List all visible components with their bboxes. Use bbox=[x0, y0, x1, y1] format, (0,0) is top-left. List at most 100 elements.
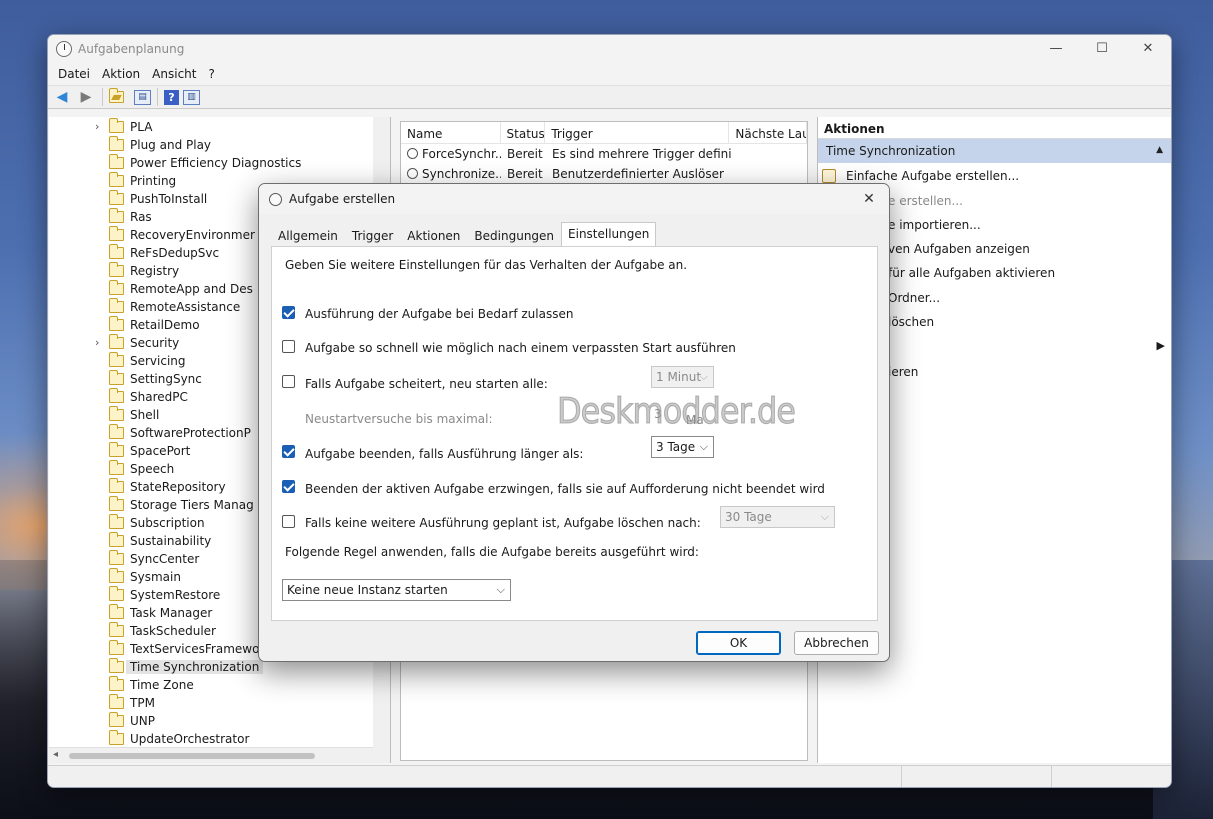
tree-item[interactable]: TaskScheduler bbox=[109, 622, 216, 640]
action-import-task[interactable]: e importieren... bbox=[888, 218, 981, 232]
tree-item[interactable]: UNP bbox=[109, 712, 155, 730]
stop-duration-select[interactable]: 3 Tage ⌵ bbox=[651, 436, 714, 458]
tree-item[interactable]: RemoteApp and Des bbox=[109, 280, 253, 298]
menu-datei[interactable]: Datei bbox=[52, 63, 96, 85]
show-actions-icon[interactable]: ▥ bbox=[183, 89, 200, 105]
tree-item[interactable]: › PLA bbox=[95, 118, 152, 136]
show-tree-icon[interactable]: ▤ bbox=[134, 89, 151, 105]
tree-item[interactable]: › Security bbox=[95, 334, 179, 352]
cancel-button[interactable]: Abbrechen bbox=[794, 631, 879, 655]
forward-arrow-icon[interactable]: ▶ bbox=[76, 88, 96, 106]
tab-allgemein[interactable]: Allgemein bbox=[271, 224, 345, 246]
restart-interval-select[interactable]: 1 Minut ⌵ bbox=[651, 366, 714, 388]
chevron-right-icon[interactable]: › bbox=[95, 336, 99, 349]
tree-item[interactable]: SystemRestore bbox=[109, 586, 220, 604]
submenu-arrow-icon[interactable]: ▶ bbox=[1157, 339, 1165, 352]
close-button[interactable]: ✕ bbox=[1125, 37, 1171, 61]
tree-item-label: RetailDemo bbox=[130, 318, 200, 332]
column-name[interactable]: Name bbox=[401, 122, 501, 143]
maximize-button[interactable]: ☐ bbox=[1079, 37, 1125, 61]
tab-einstellungen[interactable]: Einstellungen bbox=[561, 222, 657, 246]
tree-item[interactable]: RetailDemo bbox=[109, 316, 200, 334]
tree-item[interactable]: PushToInstall bbox=[109, 190, 207, 208]
table-row[interactable]: ForceSynchr... Bereit Es sind mehrere Tr… bbox=[401, 144, 807, 164]
tree-item[interactable]: Sysmain bbox=[109, 568, 181, 586]
tree-item[interactable]: RemoteAssistance bbox=[109, 298, 240, 316]
action-refresh[interactable]: ieren bbox=[888, 365, 918, 379]
menu-help[interactable]: ? bbox=[202, 63, 220, 85]
tree-item[interactable]: UpdateOrchestrator bbox=[109, 730, 249, 748]
table-row[interactable]: Synchronize... Bereit Benutzerdefinierte… bbox=[401, 164, 807, 184]
column-next-run[interactable]: Nächste Lauf bbox=[729, 122, 807, 143]
back-arrow-icon[interactable]: ◀ bbox=[52, 88, 72, 106]
allow-on-demand-checkbox[interactable] bbox=[282, 306, 295, 319]
tree-item[interactable]: RecoveryEnvironmer bbox=[109, 226, 255, 244]
tab-trigger[interactable]: Trigger bbox=[345, 224, 400, 246]
tree-item[interactable]: Speech bbox=[109, 460, 174, 478]
tree-horizontal-scrollbar[interactable] bbox=[49, 747, 373, 763]
tree-item[interactable]: Ras bbox=[109, 208, 152, 226]
instance-rule-select[interactable]: Keine neue Instanz starten ⌵ bbox=[282, 579, 511, 601]
tree-item[interactable]: Time Synchronization bbox=[109, 658, 264, 676]
folder-icon bbox=[109, 352, 124, 367]
menu-ansicht[interactable]: Ansicht bbox=[146, 63, 202, 85]
title-bar[interactable]: Aufgabenplanung — ☐ ✕ bbox=[48, 35, 1171, 63]
folder-icon bbox=[109, 154, 124, 169]
clock-icon bbox=[56, 41, 72, 57]
tree-item[interactable]: Power Efficiency Diagnostics bbox=[109, 154, 301, 172]
ok-button[interactable]: OK bbox=[696, 631, 781, 655]
dialog-close-button[interactable]: ✕ bbox=[857, 188, 881, 210]
task-status: Bereit bbox=[507, 167, 543, 181]
column-trigger[interactable]: Trigger bbox=[545, 122, 730, 143]
chevron-right-icon[interactable]: › bbox=[95, 120, 99, 133]
tab-bedingungen[interactable]: Bedingungen bbox=[467, 224, 561, 246]
folder-icon bbox=[109, 478, 124, 493]
stop-if-longer-checkbox[interactable] bbox=[282, 445, 295, 458]
tree-item[interactable]: Sustainability bbox=[109, 532, 211, 550]
tree-item[interactable]: SoftwareProtectionP bbox=[109, 424, 251, 442]
action-enable-history[interactable]: für alle Aufgaben aktivieren bbox=[888, 266, 1055, 280]
tree-item[interactable]: Servicing bbox=[109, 352, 186, 370]
delete-after-select[interactable]: 30 Tage ⌵ bbox=[720, 506, 835, 528]
column-status[interactable]: Status bbox=[501, 122, 546, 143]
action-new-folder[interactable]: Ordner... bbox=[888, 291, 940, 305]
menu-aktion[interactable]: Aktion bbox=[96, 63, 146, 85]
tree-item[interactable]: Printing bbox=[109, 172, 176, 190]
action-delete-folder[interactable]: löschen bbox=[888, 315, 934, 329]
tree-item[interactable]: Plug and Play bbox=[109, 136, 211, 154]
tree-item[interactable]: ReFsDedupSvc bbox=[109, 244, 219, 262]
action-show-running-tasks[interactable]: ven Aufgaben anzeigen bbox=[888, 242, 1030, 256]
minimize-button[interactable]: — bbox=[1033, 37, 1079, 61]
tree-item[interactable]: Time Zone bbox=[109, 676, 194, 694]
force-stop-checkbox[interactable] bbox=[282, 480, 295, 493]
run-missed-checkbox[interactable] bbox=[282, 340, 295, 353]
tree-item-label: Storage Tiers Manag bbox=[130, 498, 254, 512]
tree-item[interactable]: Shell bbox=[109, 406, 159, 424]
action-create-basic-task[interactable]: Einfache Aufgabe erstellen... bbox=[822, 169, 1019, 183]
tree-item[interactable]: StateRepository bbox=[109, 478, 226, 496]
actions-section-time-synchronization[interactable]: Time Synchronization bbox=[818, 139, 1171, 163]
tree-item[interactable]: SettingSync bbox=[109, 370, 202, 388]
tree-item-label: Printing bbox=[130, 174, 177, 188]
tree-item[interactable]: Registry bbox=[109, 262, 179, 280]
folder-up-icon[interactable]: ▰ bbox=[109, 88, 124, 104]
tree-item[interactable]: TPM bbox=[109, 694, 155, 712]
tab-aktionen[interactable]: Aktionen bbox=[400, 224, 467, 246]
tree-item[interactable]: Subscription bbox=[109, 514, 205, 532]
action-create-task[interactable]: e erstellen... bbox=[888, 194, 963, 208]
tree-item[interactable]: Task Manager bbox=[109, 604, 212, 622]
delete-if-unscheduled-checkbox[interactable] bbox=[282, 515, 295, 528]
tree-item[interactable]: SyncCenter bbox=[109, 550, 199, 568]
tree-item[interactable]: TextServicesFramewo bbox=[109, 640, 259, 658]
tree-item[interactable]: Storage Tiers Manag bbox=[109, 496, 254, 514]
dialog-title-bar[interactable]: Aufgabe erstellen ✕ bbox=[259, 184, 889, 214]
help-icon[interactable]: ? bbox=[164, 89, 179, 105]
tree-item[interactable]: SharedPC bbox=[109, 388, 188, 406]
restart-on-fail-checkbox[interactable] bbox=[282, 375, 295, 388]
tree-item-label: ReFsDedupSvc bbox=[130, 246, 220, 260]
menu-bar: Datei Aktion Ansicht ? bbox=[48, 63, 1171, 85]
rule-label: Folgende Regel anwenden, falls die Aufga… bbox=[285, 545, 699, 559]
folder-icon bbox=[109, 334, 124, 349]
tree-item[interactable]: SpacePort bbox=[109, 442, 190, 460]
folder-icon bbox=[109, 694, 124, 709]
